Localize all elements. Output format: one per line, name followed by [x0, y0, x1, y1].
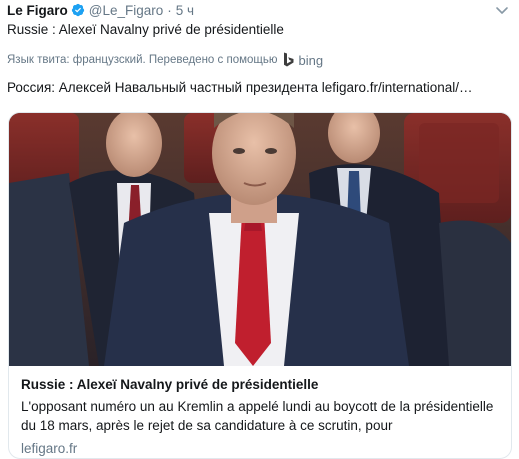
tweet-text: Russie : Alexeï Navalny privé de préside…: [7, 22, 284, 37]
bing-logo-icon[interactable]: bing: [283, 52, 323, 68]
card-image[interactable]: [9, 113, 511, 366]
bing-label: bing: [298, 52, 324, 68]
link-card[interactable]: Russie : Alexeï Navalny privé de préside…: [8, 112, 512, 459]
translation-notice-text: Язык твита: французский. Переведено с по…: [7, 54, 278, 66]
chevron-down-icon[interactable]: [495, 4, 509, 16]
verified-badge-icon: [71, 3, 85, 17]
card-body[interactable]: Russie : Alexeï Navalny privé de préside…: [9, 366, 511, 458]
tweet-timestamp[interactable]: 5 ч: [176, 3, 194, 18]
tweet[interactable]: Le Figaro @Le_Figaro · 5 ч Russie : Alex…: [0, 0, 519, 459]
card-title[interactable]: Russie : Alexeï Navalny privé de préside…: [21, 376, 499, 393]
card-description: L'opposant numéro un au Kremlin a appelé…: [21, 399, 494, 433]
tweet-header: Le Figaro @Le_Figaro · 5 ч: [7, 1, 194, 19]
author-name[interactable]: Le Figaro: [7, 3, 68, 18]
card-domain: lefigaro.fr: [21, 441, 78, 456]
author-handle[interactable]: @Le_Figaro: [89, 3, 164, 18]
translation-notice: Язык твита: французский. Переведено с по…: [7, 52, 323, 68]
separator-dot: ·: [167, 2, 172, 18]
translated-text: Россия: Алексей Навальный частный презид…: [7, 80, 473, 95]
